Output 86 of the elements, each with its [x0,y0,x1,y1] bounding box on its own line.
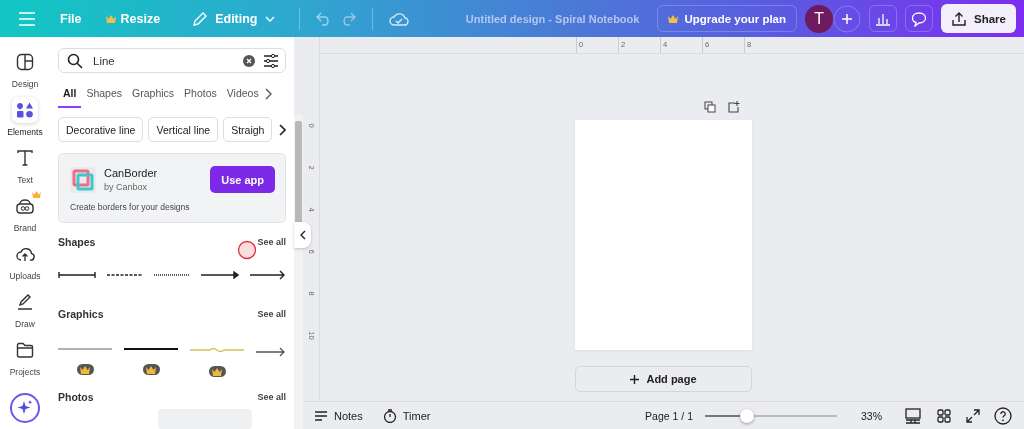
category-tab[interactable]: Graphics [127,80,180,108]
scrollbar[interactable] [294,115,303,429]
sidebar-item[interactable]: Draw [0,289,50,329]
crown-icon [80,365,90,374]
comment-icon [911,10,928,27]
dashed-line-shape[interactable] [107,271,143,279]
notes-button[interactable]: Notes [314,409,363,422]
chevron-right-icon[interactable] [263,88,272,100]
suggestion-chip[interactable]: Decorative line [58,117,144,142]
sidebar-item[interactable]: Brand [0,193,50,233]
upgrade-button[interactable]: Upgrade your plan [657,5,798,32]
draw-icon [16,293,34,311]
bar-chart-icon [875,11,892,26]
add-page-icon[interactable] [728,101,740,113]
zoom-slider[interactable] [705,408,837,423]
line-graphic[interactable] [124,346,178,352]
add-page-button[interactable]: Add page [575,366,752,392]
slider-thumb[interactable] [740,408,755,423]
filter-icon[interactable] [263,53,279,68]
arrow-line-shape[interactable] [250,269,286,281]
click-indicator-icon [237,240,257,260]
folder-icon [16,342,34,358]
brand-icon [15,197,35,215]
search-field[interactable]: Line [58,48,286,73]
arrow-graphic[interactable] [256,346,286,358]
arrow-line-shape[interactable] [201,271,239,279]
suggestion-chip[interactable]: Vertical line [148,117,219,142]
page-view-icon[interactable] [904,407,922,424]
section-title: Graphics [58,308,104,320]
avatar[interactable]: T [805,4,834,33]
crown-icon [146,365,156,374]
app-name: CanBorder [104,167,159,179]
app-description: Create borders for your designs [70,202,191,212]
duplicate-page-icon[interactable] [704,101,716,113]
cloud-check-icon[interactable] [388,10,409,27]
share-button[interactable]: Share [941,4,1016,33]
insights-button[interactable] [869,5,898,32]
notes-icon [314,409,328,422]
caret-icon [264,15,275,22]
page-indicator[interactable]: Page 1 / 1 [645,409,693,422]
crown-icon [668,14,679,23]
see-all-link[interactable]: See all [257,237,286,247]
pencil-icon [192,10,209,27]
clear-icon[interactable] [243,54,255,67]
search-input[interactable]: Line [91,53,235,68]
category-tab[interactable]: Videos [221,80,264,108]
section-title: Photos [58,391,94,403]
crown-icon [212,367,222,376]
chevron-right-icon[interactable] [278,124,286,136]
add-person-icon[interactable] [833,4,862,33]
dotted-line-shape[interactable] [154,271,190,279]
see-all-link[interactable]: See all [257,309,286,319]
timer-icon [382,408,397,423]
sidebar-item[interactable]: Uploads [0,241,50,281]
sidebar-item[interactable]: Design [0,49,50,89]
category-tab[interactable]: Shapes [81,80,128,108]
plus-icon [630,374,640,384]
sidebar-item[interactable]: Elements [0,97,50,137]
section-title: Shapes [58,236,96,248]
timer-button[interactable]: Timer [382,408,431,423]
design-icon [16,53,34,71]
text-icon [16,149,34,167]
use-app-button[interactable]: Use app [210,166,275,193]
elements-icon [16,101,34,119]
help-icon[interactable] [994,406,1012,425]
category-tab[interactable]: All [58,80,82,108]
app-author: by Canbox [104,182,149,192]
grid-view-icon[interactable] [936,407,952,424]
sidebar-item[interactable]: Projects [0,337,50,377]
chevron-left-icon [299,230,306,240]
uploads-icon [15,245,35,263]
magic-button[interactable] [10,393,40,423]
fullscreen-icon[interactable] [966,408,980,423]
see-all-link[interactable]: See all [257,392,286,402]
collapse-panel-button[interactable] [294,222,311,248]
app-logo-icon [70,166,96,193]
sidebar-item[interactable]: Text [0,145,50,185]
crown-icon [32,191,41,198]
category-tab[interactable]: Photos [179,80,222,108]
search-icon [67,52,83,69]
crown-icon [105,14,116,23]
zoom-reading[interactable]: 33% [861,409,882,422]
line-shape[interactable] [58,271,96,279]
share-icon [951,10,968,27]
suggestion-chip[interactable]: Straigh [223,117,273,142]
comment-button[interactable] [905,5,934,32]
